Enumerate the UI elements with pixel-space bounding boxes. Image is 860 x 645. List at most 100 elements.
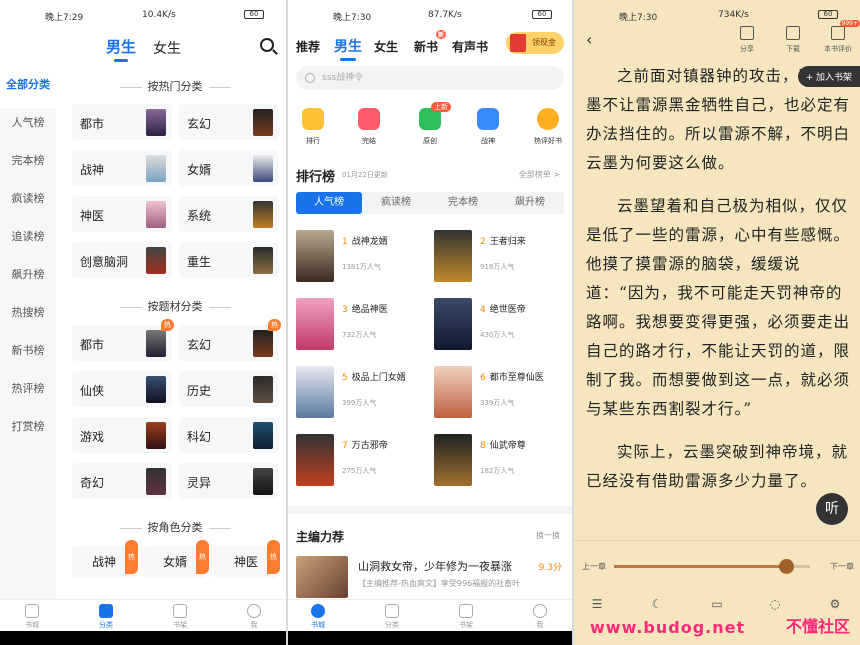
nav-category[interactable]: 分类 xyxy=(86,604,126,630)
nav-label: 我 xyxy=(536,621,544,629)
download-button[interactable]: 下载 xyxy=(775,24,811,54)
nav-me[interactable]: 我 xyxy=(234,604,274,630)
back-icon[interactable]: ‹ xyxy=(586,30,592,49)
rank-item[interactable]: 4 绝世医帝 430万人气 xyxy=(434,298,569,354)
tab-male[interactable]: 男生 xyxy=(106,36,136,62)
category-cell[interactable]: 奇幻 xyxy=(72,463,172,499)
book-cover xyxy=(146,468,166,495)
tab-audiobook[interactable]: 有声书 xyxy=(452,38,488,55)
category-cell[interactable]: 游戏 xyxy=(72,417,172,453)
nav-bookstore[interactable]: 书城 xyxy=(298,604,338,630)
sidebar-item-completed[interactable]: 完本榜 xyxy=(0,146,56,184)
sidebar-item-reward[interactable]: 打赏榜 xyxy=(0,412,56,450)
category-cell[interactable]: 灵异 xyxy=(179,463,279,499)
tab-female[interactable]: 女生 xyxy=(153,38,181,58)
category-cell[interactable]: 创意脑洞 xyxy=(72,242,172,278)
book-cover xyxy=(253,247,273,274)
book-cover xyxy=(253,376,273,403)
category-cell[interactable]: 战神 xyxy=(72,150,172,186)
sidebar-item-all[interactable]: 全部分类 xyxy=(0,70,56,108)
book-name: 绝品神医 xyxy=(351,305,388,315)
sidebar-item-follow[interactable]: 追读榜 xyxy=(0,222,56,260)
sidebar-item-crazy[interactable]: 疯读榜 xyxy=(0,184,56,222)
category-cell[interactable]: 科幻 xyxy=(179,417,279,453)
book-cover xyxy=(253,155,273,182)
bookstore-icon xyxy=(25,604,39,618)
slider-knob[interactable] xyxy=(779,559,795,574)
rank-item[interactable]: 7 万古邪帝 275万人气 xyxy=(296,434,431,490)
tab-male[interactable]: 男生 xyxy=(334,36,362,61)
share-button[interactable]: 分享 xyxy=(729,24,765,54)
rank-item[interactable]: 2 王者归来 918万人气 xyxy=(434,230,569,286)
role-cell[interactable]: 神医热 xyxy=(214,540,280,578)
search-input[interactable]: sss战神令 xyxy=(296,66,564,90)
category-cell[interactable]: 重生 xyxy=(179,242,279,278)
rank-book: 8 仙武帝尊 xyxy=(480,438,526,451)
quick-label: 热评好书 xyxy=(534,137,562,145)
category-cell[interactable]: 仙侠 xyxy=(72,371,172,407)
add-to-shelf-button[interactable]: + 加入书架 xyxy=(797,66,860,87)
category-cell[interactable]: 都市 xyxy=(72,104,172,140)
category-label: 都市 xyxy=(80,338,105,352)
settings-icon[interactable]: ⚙ xyxy=(826,597,844,613)
night-mode-icon[interactable]: ☾ xyxy=(648,597,666,613)
listen-button[interactable]: 听 xyxy=(816,493,848,525)
sidebar-item-newbook[interactable]: 新书榜 xyxy=(0,336,56,374)
tab-newbook[interactable]: 新书新 xyxy=(414,30,447,55)
nav-shelf[interactable]: 书架 xyxy=(160,604,200,630)
rank-item[interactable]: 5 极品上门女婿 399万人气 xyxy=(296,366,431,422)
rank-tab-completed[interactable]: 完本榜 xyxy=(430,192,496,214)
search-icon[interactable] xyxy=(260,38,274,52)
cash-button[interactable]: 领现金 xyxy=(506,32,564,54)
sidebar-item-rising[interactable]: 飙升榜 xyxy=(0,260,56,298)
rank-item[interactable]: 3 绝品神医 732万人气 xyxy=(296,298,431,354)
quick-original[interactable]: 原创 上新 xyxy=(405,102,455,146)
menu-icon[interactable]: ☰ xyxy=(588,597,606,613)
category-cell[interactable]: 女婿 xyxy=(179,150,279,186)
paragraph: 实际上，云墨突破到神帝境，就已经没有借助雷源多少力量了。 xyxy=(586,443,849,490)
status-speed: 10.4K/s xyxy=(142,10,176,20)
nav-bookstore[interactable]: 书城 xyxy=(12,604,52,630)
tab-female[interactable]: 女生 xyxy=(374,38,398,55)
role-cell[interactable]: 战神热 xyxy=(72,540,138,578)
quick-completed[interactable]: 完结 xyxy=(344,108,394,146)
rank-item[interactable]: 1 战神龙婿 1381万人气 xyxy=(296,230,431,286)
quick-hotreview[interactable]: 热评好书 xyxy=(523,108,572,146)
review-button[interactable]: 本书评价 999+ xyxy=(820,20,860,54)
shelf-icon xyxy=(173,604,187,618)
chapter-progress-slider[interactable] xyxy=(614,559,810,574)
nav-label: 分类 xyxy=(99,621,113,629)
status-bar: 晚上7:30 87.7K/s 60 xyxy=(288,0,572,30)
rank-tab-popular[interactable]: 人气榜 xyxy=(296,192,362,214)
nav-shelf[interactable]: 书架 xyxy=(446,604,486,630)
rank-tab-rising[interactable]: 飙升榜 xyxy=(497,192,563,214)
tab-recommend[interactable]: 推荐 xyxy=(296,38,320,55)
nav-category[interactable]: 分类 xyxy=(372,604,412,630)
category-cell[interactable]: 都市 热 xyxy=(72,319,174,361)
popularity: 399万人气 xyxy=(342,399,377,407)
all-ranks-link[interactable]: 全部榜单 > xyxy=(519,169,560,180)
sidebar-item-hotreview[interactable]: 热评榜 xyxy=(0,374,56,412)
rank-item[interactable]: 6 都市至尊仙医 339万人气 xyxy=(434,366,569,422)
editor-book-name[interactable]: 山洞救女帝，少年修为一夜暴涨 xyxy=(358,558,512,574)
nav-me[interactable]: 我 xyxy=(520,604,560,630)
bulb-icon[interactable]: ◌ xyxy=(766,597,784,613)
prev-chapter-button[interactable]: 上一章 xyxy=(582,561,606,572)
sidebar-item-hotsearch[interactable]: 热搜榜 xyxy=(0,298,56,336)
category-cell[interactable]: 历史 xyxy=(179,371,279,407)
quick-warrior[interactable]: 战神 xyxy=(463,108,513,146)
role-cell[interactable]: 女婿热 xyxy=(143,540,209,578)
comment-icon[interactable]: ▭ xyxy=(708,597,726,613)
category-cell[interactable]: 神医 xyxy=(72,196,172,232)
rank-tab-crazy[interactable]: 疯读榜 xyxy=(363,192,429,214)
category-cell[interactable]: 玄幻 热 xyxy=(179,319,281,361)
refresh-button[interactable]: 换一换 xyxy=(536,530,560,541)
sidebar-item-popular[interactable]: 人气榜 xyxy=(0,108,56,146)
rank-item[interactable]: 8 仙武帝尊 182万人气 xyxy=(434,434,569,490)
trophy-icon xyxy=(302,108,324,130)
category-cell[interactable]: 玄幻 xyxy=(179,104,279,140)
category-cell[interactable]: 系统 xyxy=(179,196,279,232)
next-chapter-button[interactable]: 下一章 xyxy=(830,561,854,572)
quick-rank[interactable]: 排行 xyxy=(288,108,338,146)
book-cover[interactable] xyxy=(296,556,348,598)
